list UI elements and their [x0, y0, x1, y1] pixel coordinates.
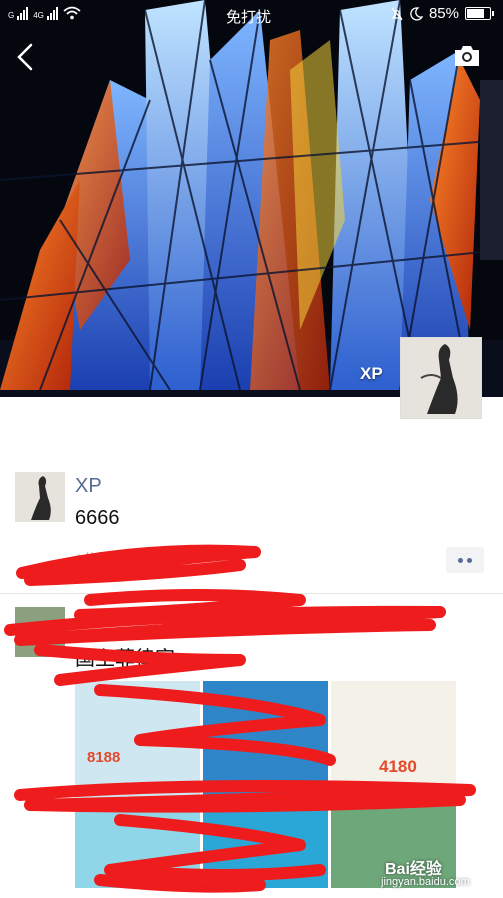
- grid-image[interactable]: [75, 806, 200, 888]
- signal-indicators: G 4G: [8, 6, 81, 20]
- avatar-image: [401, 338, 481, 418]
- status-right: 85%: [390, 5, 494, 22]
- network-label-4g: 4G: [33, 11, 44, 20]
- comment-like-button[interactable]: [446, 547, 484, 573]
- avatar-image: [15, 472, 65, 522]
- network-label: G: [8, 11, 15, 20]
- camera-icon[interactable]: [453, 44, 481, 68]
- grid-image[interactable]: 8188: [75, 681, 200, 803]
- price-label: 4180: [379, 757, 417, 776]
- alarm-off-icon: [391, 7, 403, 20]
- post-author-avatar[interactable]: [15, 472, 65, 522]
- battery-icon: [465, 7, 494, 20]
- watermark-url: jingyan.baidu.com: [381, 876, 470, 888]
- post-content: 6666: [75, 507, 120, 529]
- next-post-avatar[interactable]: [15, 607, 65, 657]
- moon-icon: [410, 6, 423, 21]
- next-post-content: 国主菲律宾: [75, 648, 175, 670]
- battery-percent: 85%: [428, 5, 459, 22]
- grid-image[interactable]: [203, 681, 328, 803]
- post-timestamp: 1分钟前: [75, 551, 125, 567]
- profile-avatar[interactable]: [400, 337, 482, 419]
- post-author-name[interactable]: XP: [75, 475, 102, 498]
- cover-owner-name: XP: [360, 364, 383, 383]
- do-not-disturb-label: 免打扰: [226, 9, 272, 26]
- divider: [0, 593, 503, 594]
- grid-image[interactable]: [203, 806, 328, 888]
- price-label: 8188: [87, 749, 121, 766]
- back-arrow-icon[interactable]: [14, 42, 38, 72]
- wifi-icon: [63, 6, 81, 20]
- grid-image[interactable]: 4180: [331, 681, 456, 803]
- signal-bars-icon: [17, 6, 29, 20]
- signal-bars-icon: [46, 6, 58, 20]
- next-post-author[interactable]: A: [75, 608, 88, 631]
- status-bar: G 4G 免打扰 85%: [0, 0, 503, 30]
